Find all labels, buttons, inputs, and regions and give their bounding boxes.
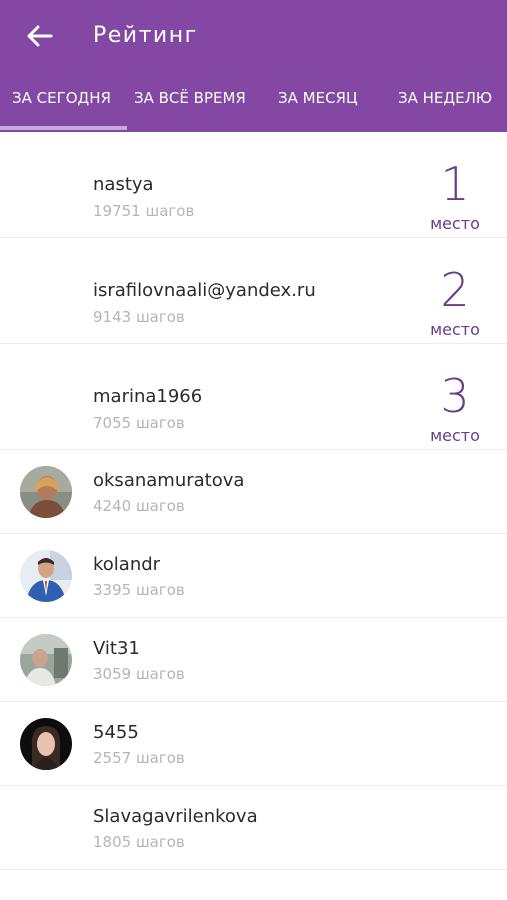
list-item[interactable]: oksanamuratova 4240 шагов xyxy=(0,450,507,534)
tab-week[interactable]: ЗА НЕДЕЛЮ xyxy=(398,88,492,108)
tab-all-time[interactable]: ЗА ВСЁ ВРЕМЯ xyxy=(134,88,246,108)
place-label: место xyxy=(430,214,480,233)
avatar[interactable] xyxy=(20,718,72,770)
steps-count: 19751 шагов xyxy=(93,202,195,220)
active-tab-indicator xyxy=(0,126,127,130)
user-name: kolandr xyxy=(93,554,161,575)
place-badge: 2 место xyxy=(423,266,487,340)
steps-count: 4240 шагов xyxy=(93,497,185,515)
avatar[interactable] xyxy=(20,634,72,686)
tab-month[interactable]: ЗА МЕСЯЦ xyxy=(278,88,358,108)
steps-count: 7055 шагов xyxy=(93,414,185,432)
user-name: nastya xyxy=(93,174,154,195)
tab-today[interactable]: ЗА СЕГОДНЯ xyxy=(12,88,111,108)
page-title: Рейтинг xyxy=(93,23,198,48)
avatar[interactable] xyxy=(20,466,72,518)
app-header: Рейтинг ЗА СЕГОДНЯ ЗА ВСЁ ВРЕМЯ ЗА МЕСЯЦ… xyxy=(0,0,507,132)
user-name: 5455 xyxy=(93,722,139,743)
user-name: israfilovnaali@yandex.ru xyxy=(93,280,316,301)
avatar[interactable] xyxy=(20,550,72,602)
list-item[interactable]: israfilovnaali@yandex.ru 9143 шагов 2 ме… xyxy=(0,238,507,344)
steps-count: 3059 шагов xyxy=(93,665,185,683)
rating-list: nastya 19751 шагов 1 место israfilovnaal… xyxy=(0,132,507,870)
steps-count: 2557 шагов xyxy=(93,749,185,767)
place-label: место xyxy=(430,320,480,339)
user-name: oksanamuratova xyxy=(93,470,245,491)
user-name: Slavagavrilenkova xyxy=(93,806,258,827)
steps-count: 3395 шагов xyxy=(93,581,185,599)
place-number: 2 xyxy=(440,263,470,317)
place-badge: 1 место xyxy=(423,160,487,234)
place-number: 3 xyxy=(440,369,470,423)
place-label: место xyxy=(430,426,480,445)
steps-count: 9143 шагов xyxy=(93,308,185,326)
list-item[interactable]: marina1966 7055 шагов 3 место xyxy=(0,344,507,450)
list-item[interactable]: Vit31 3059 шагов xyxy=(0,618,507,702)
list-item[interactable]: Slavagavrilenkova 1805 шагов xyxy=(0,786,507,870)
arrow-left-icon xyxy=(27,25,53,47)
list-item[interactable]: nastya 19751 шагов 1 место xyxy=(0,132,507,238)
user-name: Vit31 xyxy=(93,638,140,659)
list-item[interactable]: 5455 2557 шагов xyxy=(0,702,507,786)
period-tabs: ЗА СЕГОДНЯ ЗА ВСЁ ВРЕМЯ ЗА МЕСЯЦ ЗА НЕДЕ… xyxy=(0,76,507,132)
list-item[interactable]: kolandr 3395 шагов xyxy=(0,534,507,618)
place-badge: 3 место xyxy=(423,372,487,446)
back-button[interactable] xyxy=(18,14,62,58)
place-number: 1 xyxy=(440,157,470,211)
user-name: marina1966 xyxy=(93,386,203,407)
steps-count: 1805 шагов xyxy=(93,833,185,851)
